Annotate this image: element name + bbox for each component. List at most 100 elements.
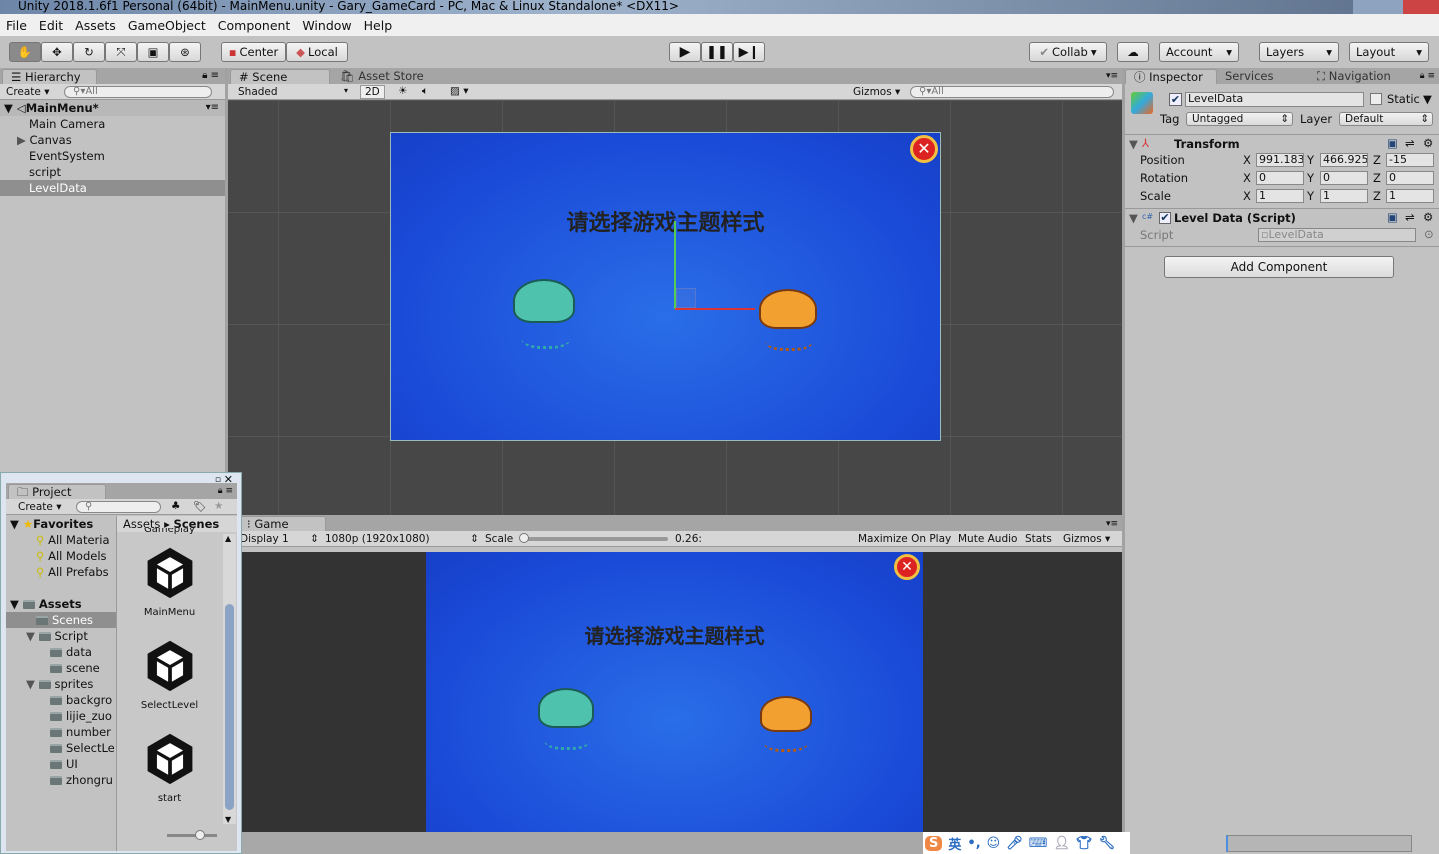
help-icon[interactable]: ▣ — [1387, 210, 1398, 224]
hand-tool-button[interactable]: ✋ — [9, 42, 41, 62]
filter-type-icon[interactable]: ♣ — [171, 500, 180, 512]
menu-assets[interactable]: Assets — [69, 18, 122, 33]
shading-dropdown[interactable]: Shaded — [238, 86, 278, 98]
position-x-input[interactable]: 991.183 — [1256, 153, 1304, 167]
project-folder-item[interactable]: backgro — [6, 692, 116, 708]
help-icon[interactable]: ▣ — [1387, 136, 1398, 150]
2d-toggle[interactable]: 2D — [360, 85, 385, 99]
window-controls[interactable] — [1353, 0, 1439, 14]
effects-icon[interactable]: ▨ ▾ — [450, 85, 469, 97]
ime-punctuation-toggle[interactable]: •, — [967, 836, 980, 851]
lock-icon[interactable]: 🔒︎ ≡ — [1420, 71, 1435, 81]
active-checkbox[interactable]: ✔ — [1169, 93, 1182, 106]
position-y-input[interactable]: 466.925 — [1320, 153, 1368, 167]
scale-slider[interactable] — [519, 533, 668, 543]
project-search-input[interactable]: ⚲ — [76, 501, 161, 513]
lighting-icon[interactable]: ☀ — [398, 85, 407, 97]
icon-size-slider[interactable] — [167, 830, 217, 840]
hierarchy-item[interactable]: Main Camera — [0, 116, 225, 132]
project-folder-item[interactable]: UI — [6, 756, 116, 772]
hierarchy-item[interactable]: script — [0, 164, 225, 180]
scroll-down-icon[interactable]: ▼ — [225, 815, 231, 824]
assets-header[interactable]: ▼ Assets — [6, 596, 116, 612]
foldout-arrow-icon[interactable]: ▼ — [26, 629, 35, 643]
menu-gameobject[interactable]: GameObject — [122, 18, 212, 33]
menu-icon[interactable]: ▾≡ — [206, 100, 219, 116]
game-viewport[interactable]: ✕ 请选择游戏主题样式 — [230, 552, 1122, 832]
sogou-logo-icon[interactable]: S — [925, 835, 943, 851]
favorite-item[interactable]: ⚲ All Models — [6, 548, 116, 564]
tab-hierarchy[interactable]: ☰ Hierarchy — [2, 69, 97, 84]
scene-root[interactable]: ▼ ◁MainMenu* ▾≡ — [0, 100, 225, 116]
move-tool-button[interactable]: ✥ — [41, 42, 73, 62]
gizmos-dropdown[interactable]: Gizmos ▾ — [1063, 533, 1110, 545]
account-dropdown[interactable]: Account ▾ — [1159, 42, 1239, 62]
create-dropdown[interactable]: Create ▾ — [18, 501, 62, 513]
scene-search-input[interactable]: ⚲▾All — [910, 86, 1114, 98]
maximize-on-play-toggle[interactable]: Maximize On Play — [858, 533, 951, 545]
close-icon[interactable]: ✕ — [894, 554, 920, 580]
lock-icon[interactable]: 🔒︎ ≡ — [202, 70, 219, 81]
component-enabled-checkbox[interactable]: ✔ — [1159, 212, 1171, 224]
menu-file[interactable]: File — [0, 18, 33, 33]
object-picker-icon[interactable]: ⊙ — [1424, 227, 1434, 241]
rotation-x-input[interactable]: 0 — [1256, 171, 1304, 185]
tab-navigation[interactable]: ⛶ Navigation — [1309, 69, 1399, 84]
transform-tool-button[interactable]: ⊛ — [169, 42, 201, 62]
project-folder-item[interactable]: Scenes — [6, 612, 116, 628]
tab-scene[interactable]: # Scene — [230, 69, 330, 84]
scale-x-input[interactable]: 1 — [1256, 189, 1304, 203]
rotate-tool-button[interactable]: ↻ — [73, 42, 105, 62]
menu-help[interactable]: Help — [358, 18, 399, 33]
user-icon[interactable]: 👤︎ — [1053, 836, 1070, 851]
hierarchy-item-selected[interactable]: LevelData — [0, 180, 225, 196]
scale-y-input[interactable]: 1 — [1320, 189, 1368, 203]
rect-tool-button[interactable]: ▣ — [137, 42, 169, 62]
microphone-icon[interactable]: 🎤︎ — [1006, 836, 1023, 851]
slider-thumb[interactable] — [519, 533, 529, 543]
hierarchy-item[interactable]: ▶ Canvas — [0, 132, 225, 148]
script-field[interactable]: ▫LevelData — [1258, 228, 1416, 242]
project-folder-item[interactable]: lijie_zuo — [6, 708, 116, 724]
gizmos-dropdown[interactable]: Gizmos ▾ — [853, 86, 900, 98]
step-button[interactable]: ▶❙ — [733, 42, 765, 62]
scrollbar[interactable]: ▲ ▼ — [223, 534, 236, 824]
gear-icon[interactable]: ⚙ — [1423, 210, 1433, 224]
scene-asset-item[interactable]: start — [117, 724, 222, 817]
collab-button[interactable]: ✔ Collab ▾ — [1029, 42, 1107, 62]
mute-audio-toggle[interactable]: Mute Audio — [958, 533, 1017, 545]
favorites-header[interactable]: ▼ ★Favorites — [6, 516, 116, 532]
foldout-arrow-icon[interactable]: ▼ — [1129, 137, 1138, 151]
play-button[interactable]: ▶ — [669, 42, 701, 62]
cloud-button[interactable]: ☁ — [1117, 42, 1149, 62]
menu-component[interactable]: Component — [212, 18, 297, 33]
transform-header[interactable]: ▼ ⅄ Transform ▣ ⇌ ⚙ — [1125, 135, 1439, 153]
asset-item-partial[interactable]: Gameplay — [117, 528, 222, 536]
menu-icon[interactable]: ▾≡ — [1106, 71, 1118, 81]
orange-jellyfish-sprite[interactable] — [760, 696, 812, 732]
rotation-y-input[interactable]: 0 — [1320, 171, 1368, 185]
position-z-input[interactable]: -15 — [1386, 153, 1434, 167]
scene-viewport[interactable]: ✕ 请选择游戏主题样式 — [228, 100, 1122, 515]
tab-project[interactable]: 🗀︎ Project — [8, 484, 106, 499]
gear-icon[interactable]: ⚙ — [1423, 136, 1433, 150]
project-folder-item[interactable]: ▼ Script — [6, 628, 116, 644]
add-component-button[interactable]: Add Component — [1164, 256, 1394, 278]
skin-icon[interactable]: 👕︎ — [1076, 836, 1093, 851]
menu-window[interactable]: Window — [296, 18, 357, 33]
tab-asset-store[interactable]: 🛍︎ Asset Store — [332, 69, 432, 84]
scene-asset-item[interactable]: MainMenu — [117, 538, 222, 631]
hierarchy-item[interactable]: EventSystem — [0, 148, 225, 164]
layout-dropdown[interactable]: Layout ▾ — [1349, 42, 1429, 62]
scale-z-input[interactable]: 1 — [1386, 189, 1434, 203]
x-axis-gizmo[interactable] — [675, 308, 755, 310]
tab-services[interactable]: Services — [1217, 69, 1282, 84]
lock-icon[interactable]: 🔒︎ ≡ — [218, 486, 233, 496]
menu-edit[interactable]: Edit — [33, 18, 69, 33]
display-dropdown[interactable]: Display 1 — [240, 533, 289, 545]
project-folder-item[interactable]: SelectLe — [6, 740, 116, 756]
green-jellyfish-sprite[interactable] — [538, 688, 594, 728]
tab-game[interactable]: ⁝ Game — [238, 516, 326, 531]
scrollbar-thumb[interactable] — [225, 604, 234, 810]
project-folder-item[interactable]: scene — [6, 660, 116, 676]
